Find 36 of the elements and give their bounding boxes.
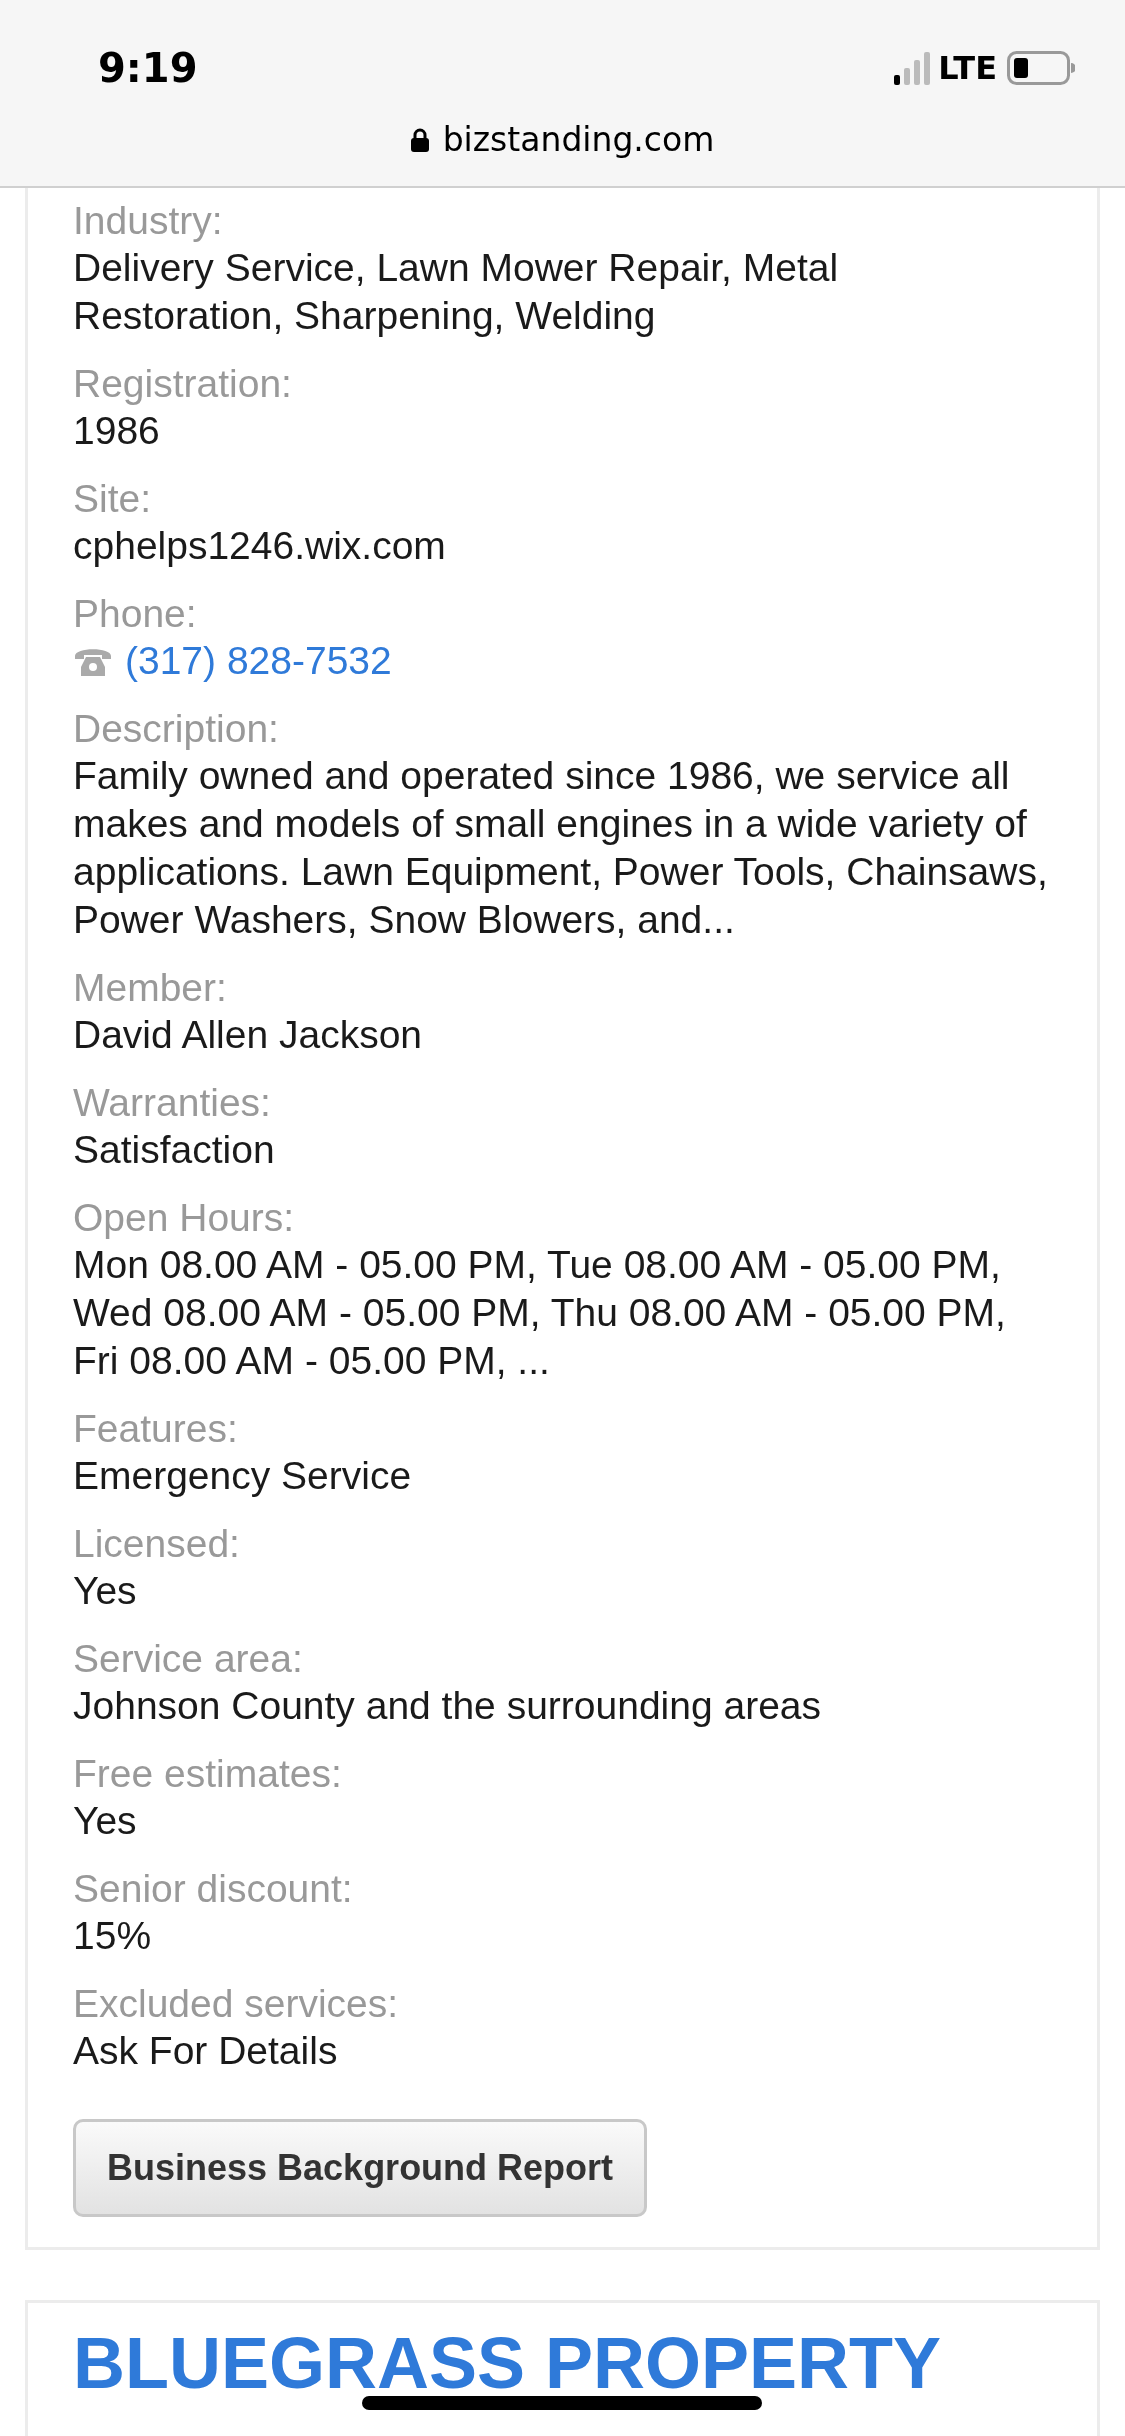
listing-title[interactable]: BLUEGRASS PROPERTY [73, 2323, 1052, 2403]
battery-icon [1007, 51, 1075, 85]
lock-icon [410, 127, 429, 152]
field-label: Registration: [73, 361, 293, 407]
field-label: Site: [73, 476, 153, 522]
field-label: Excluded services: [73, 1981, 400, 2027]
phone-link[interactable]: (317) 828-7532 [125, 637, 392, 685]
url-text[interactable]: bizstanding.com [442, 120, 715, 159]
field-label: Free estimates: [73, 1751, 343, 1797]
status-time: 9:19 [98, 45, 198, 91]
field-value: Johnson County and the surrounding areas [73, 1683, 822, 1729]
field-label: Features: [73, 1406, 239, 1452]
field-label: Licensed: [73, 1521, 241, 1567]
field-label: Open Hours: [73, 1195, 296, 1241]
field-value: Family owned and operated since 1986, we service all makes and models of small engines in a wide variety of applications. Lawn Equipment, Power Tools, Chainsaws, Power Washers, Snow Blowers, and... [73, 753, 1049, 943]
field-value: Delivery Service, Lawn Mower Repair, Metal Restoration, Sharpening, Welding [73, 245, 840, 339]
field-value: David Allen Jackson [73, 1012, 424, 1058]
field-label: Industry: [73, 198, 224, 244]
field-label: Service area: [73, 1636, 304, 1682]
field-label: Description: [73, 706, 280, 752]
field-value: 1986 [73, 408, 161, 454]
field-label: Warranties: [73, 1080, 272, 1126]
field-value: Mon 08.00 AM - 05.00 PM, Tue 08.00 AM - 05.00 PM, Wed 08.00 AM - 05.00 PM, Thu 08.00 AM - 05.00 PM, Fri 08.00 AM - 05.00 PM, ... [73, 1242, 1007, 1384]
field-value: 15% [73, 1913, 153, 1959]
field-label: Senior discount: [73, 1866, 354, 1912]
field-value: Yes [73, 1798, 138, 1844]
field-value: Yes [73, 1568, 138, 1614]
field-value: Emergency Service [73, 1453, 413, 1499]
field-value: cphelps1246.wix.com [73, 523, 447, 569]
field-value: Ask For Details [73, 2028, 339, 2074]
field-label: Phone: [73, 591, 198, 637]
report-button[interactable]: Business Background Report [73, 2119, 648, 2217]
field-label: Member: [73, 965, 228, 1011]
field-value: Satisfaction [73, 1127, 276, 1173]
network-label: LTE [938, 49, 997, 87]
signal-icon [894, 51, 931, 85]
